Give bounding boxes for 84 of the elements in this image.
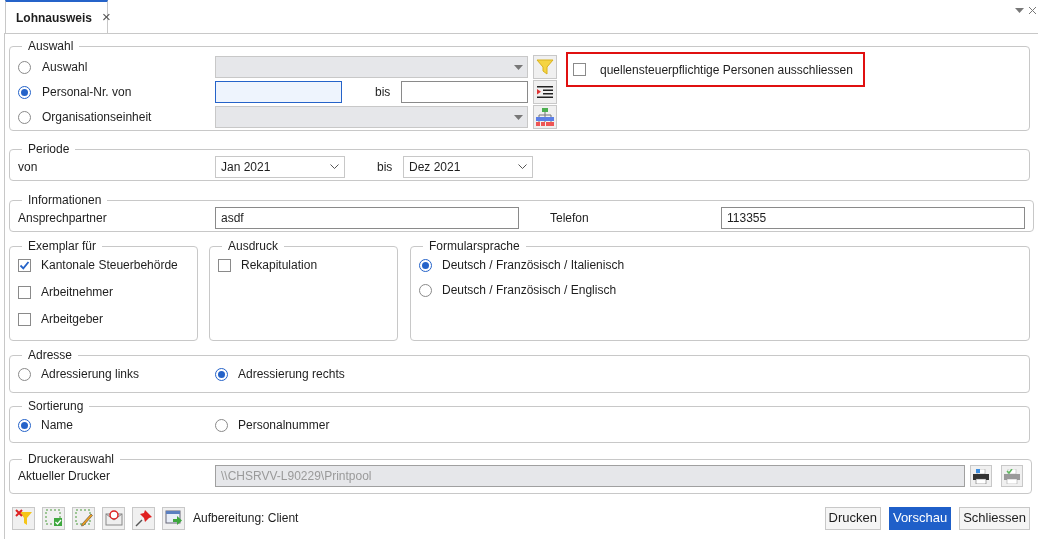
option-label: quellensteuerpflichtige Personen ausschliessen (600, 61, 853, 79)
option-label: Deutsch / Französisch / Englisch (442, 282, 617, 299)
toolbar-button[interactable] (12, 506, 35, 530)
tab[interactable]: Lohnausweis × (5, 0, 108, 33)
input-field: \\CHSRVV-L90229\Printpool (215, 465, 965, 487)
action-button[interactable]: Vorschau (888, 506, 952, 530)
checkbox[interactable] (18, 285, 31, 299)
checkbox[interactable] (218, 258, 231, 272)
option-label: Name (41, 417, 73, 434)
close-button[interactable]: × (102, 6, 111, 29)
dropdown-field[interactable] (215, 56, 528, 78)
group-title: Druckerauswahl (27, 451, 116, 468)
option-label: Personalnummer (238, 417, 330, 434)
radio-button[interactable] (18, 367, 31, 381)
radio-button[interactable] (419, 258, 432, 272)
group-title: Adresse (27, 347, 74, 364)
status-text: Aufbereitung: Client (193, 510, 299, 527)
option-label: Deutsch / Französisch / Italienisch (442, 257, 625, 274)
radio-button[interactable] (18, 60, 31, 74)
export-icon (164, 509, 183, 527)
option-label: Organisationseinheit (42, 109, 152, 126)
list-icon (537, 85, 553, 99)
mail-icon (104, 509, 123, 527)
action-button[interactable]: Schliessen (959, 506, 1030, 530)
option-label: Adressierung rechts (238, 366, 345, 383)
input-field[interactable] (215, 81, 342, 103)
field-label: von (18, 159, 39, 176)
input-field[interactable] (401, 81, 528, 103)
group-title: Sortierung (27, 398, 85, 415)
toolbar-button[interactable] (102, 506, 125, 530)
radio-button[interactable] (18, 418, 31, 432)
group-title: Formularsprache (428, 238, 521, 255)
field-label: bis (377, 159, 394, 176)
group-title: Ausdruck (227, 238, 280, 255)
group-title: Auswahl (27, 38, 75, 55)
dropdown-field[interactable] (215, 106, 528, 128)
input-field[interactable]: 113355 (721, 207, 1025, 229)
clear-filter-icon (14, 509, 33, 527)
toolbar-button[interactable] (42, 506, 65, 530)
field-label: Ansprechpartner (18, 210, 108, 227)
group-title: Informationen (27, 192, 103, 209)
option-label: Auswahl (42, 59, 88, 76)
funnel-icon (536, 58, 554, 76)
radio-button[interactable] (215, 367, 228, 381)
field-label: Telefon (550, 210, 590, 227)
field-label: Aktueller Drucker (18, 468, 112, 485)
group-title: Exemplar für (27, 238, 98, 255)
dropdown-caret-icon (514, 114, 523, 120)
printer-check-button[interactable] (1001, 465, 1023, 487)
option-label: Rekapitulation (241, 257, 318, 274)
toolbar-button[interactable] (162, 506, 185, 530)
printer-settings-button[interactable] (970, 465, 992, 487)
radio-button[interactable] (18, 85, 31, 99)
checkbox[interactable] (18, 312, 31, 326)
dropdown-field[interactable]: Dez 2021 (403, 156, 533, 178)
pin-icon (134, 509, 153, 527)
printer-icon (973, 468, 989, 484)
action-button[interactable]: Drucken (824, 506, 881, 530)
toolbar-button[interactable] (132, 506, 155, 530)
hierarchy-icon (536, 108, 554, 126)
input-field[interactable]: asdf (215, 207, 519, 229)
select-pencil-icon (74, 509, 93, 527)
option-label: Kantonale Steuerbehörde (41, 257, 178, 274)
checkbox[interactable] (18, 258, 31, 272)
option-label: Arbeitgeber (41, 311, 104, 328)
dropdown-field[interactable]: Jan 2021 (215, 156, 345, 178)
dropdown-caret-icon (514, 64, 523, 70)
option-label: Personal-Nr. von (42, 84, 132, 101)
select-check-icon (44, 509, 63, 527)
radio-button[interactable] (419, 283, 432, 297)
option-label: Adressierung links (41, 366, 140, 383)
radio-button[interactable] (18, 110, 31, 124)
chevron-down-icon (518, 164, 527, 170)
icon-button[interactable] (533, 80, 557, 104)
group-title: Periode (27, 141, 71, 158)
toolbar-button[interactable] (72, 506, 95, 530)
printer-icon (1004, 468, 1020, 484)
checkbox[interactable] (573, 63, 586, 76)
dropdown-icon[interactable] (1015, 8, 1024, 13)
field-label: bis (375, 84, 392, 101)
close-icon[interactable] (1029, 7, 1036, 14)
radio-button[interactable] (215, 418, 228, 432)
option-label: Arbeitnehmer (41, 284, 114, 301)
chevron-down-icon (330, 164, 339, 170)
